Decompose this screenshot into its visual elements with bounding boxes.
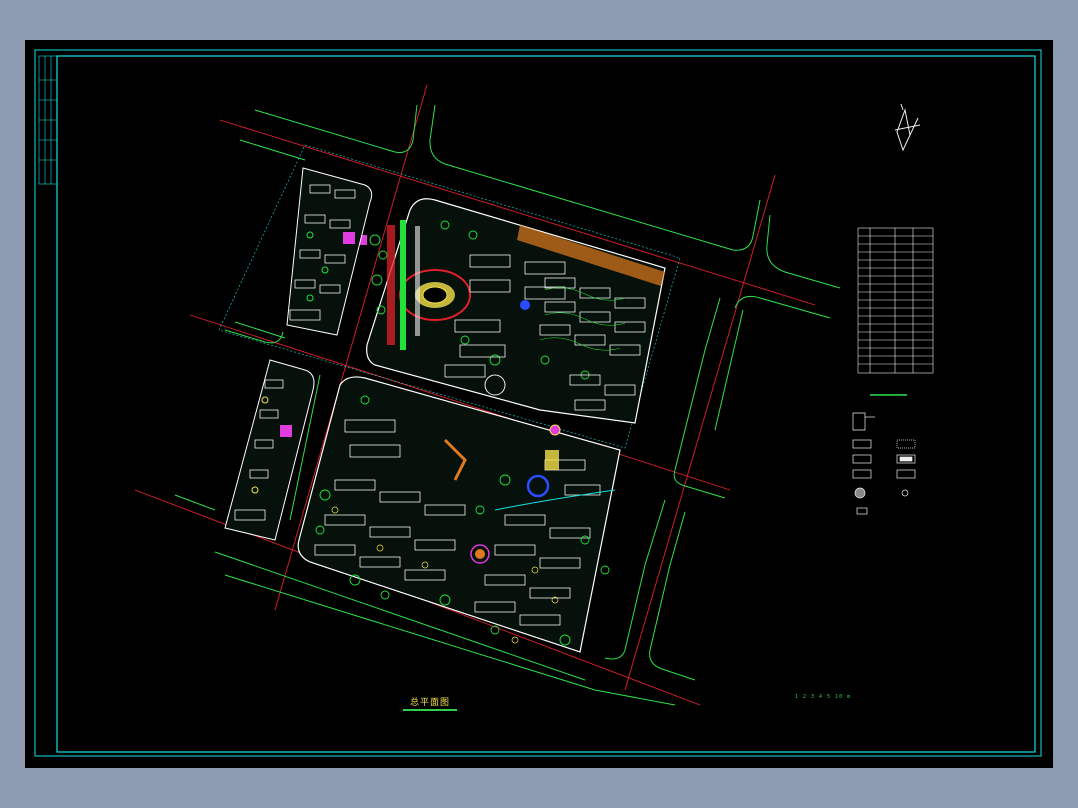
data-table [857,227,934,374]
title-strip [38,55,58,185]
legend-symbol-icons [852,412,916,515]
block-southwest [224,359,315,541]
block-south [297,376,621,653]
plan-title: 总平面图 [403,695,457,711]
block-northwest [286,167,373,336]
cad-canvas: 总平面图 1 2 3 4 5 10 m [25,40,1053,768]
junction-marker [549,424,561,436]
north-arrow-icon [894,103,921,152]
site-plan-drawing [34,49,1042,757]
scale-bar: 1 2 3 4 5 10 m [795,694,852,700]
